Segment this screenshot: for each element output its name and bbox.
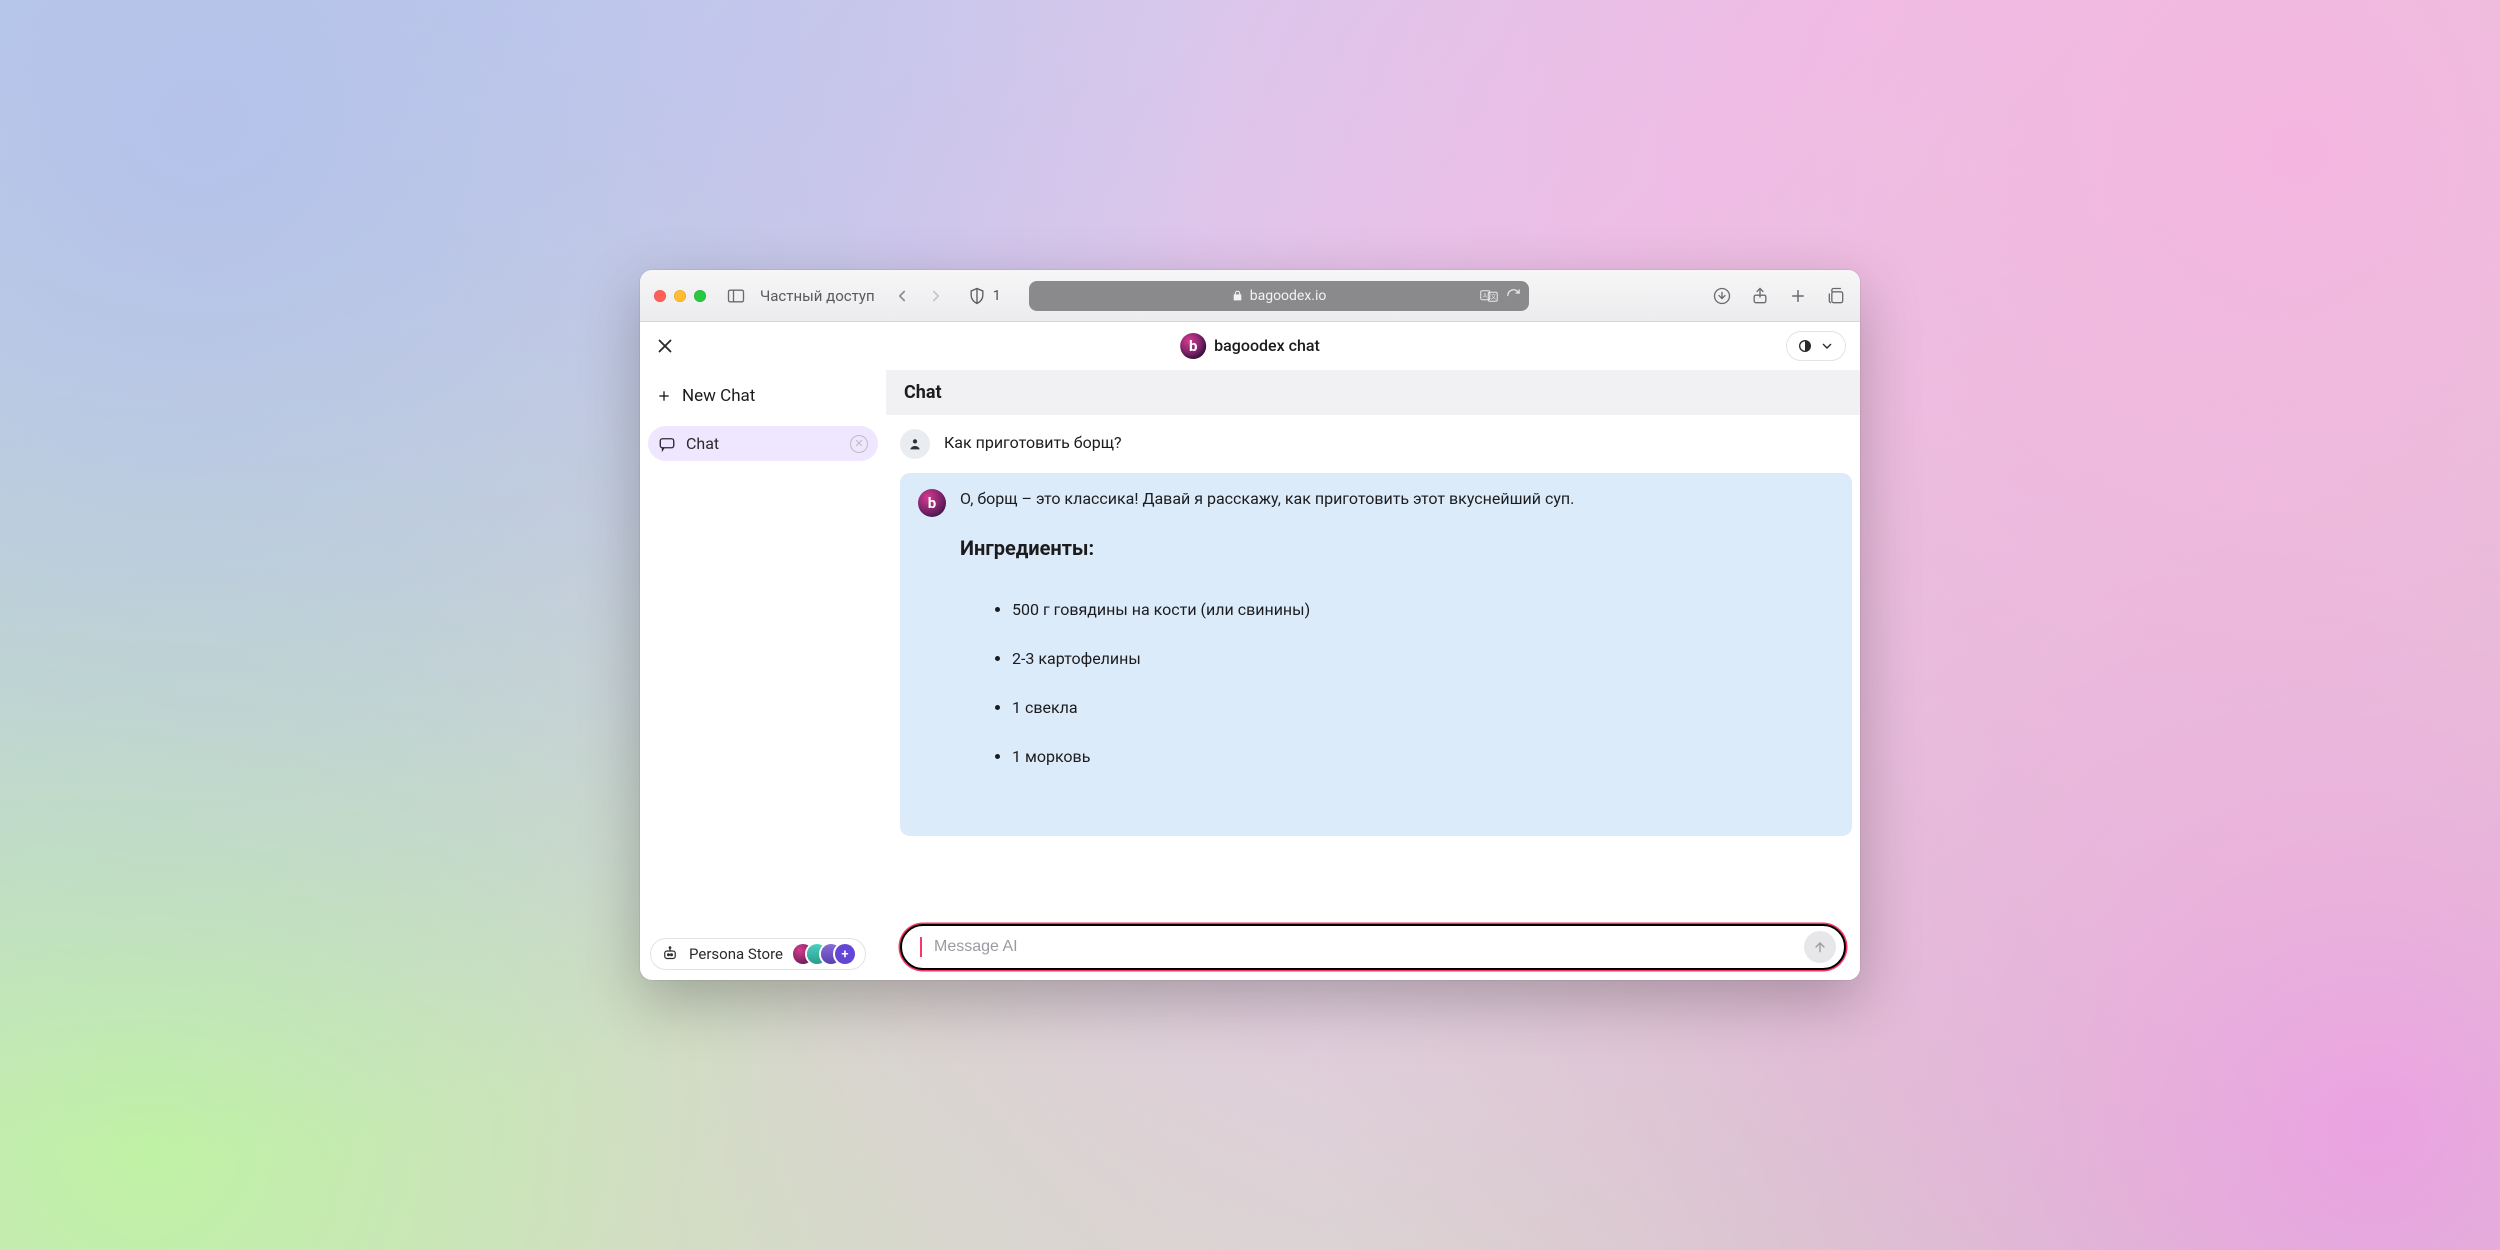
list-item: 2-3 картофелины [1012, 649, 1574, 668]
new-chat-label: New Chat [682, 386, 755, 406]
url-host: bagoodex.io [1250, 288, 1327, 304]
chevron-down-icon [1819, 338, 1835, 354]
ai-avatar-icon: b [918, 489, 946, 517]
new-tab-button[interactable] [1788, 286, 1808, 306]
window-close-button[interactable] [654, 290, 666, 302]
window-zoom-button[interactable] [694, 290, 706, 302]
ai-intro-text: О, борщ – это классика! Давай я расскажу… [960, 489, 1574, 508]
avatar-add-icon: + [835, 944, 855, 964]
private-browsing-label: Частный доступ [760, 287, 875, 305]
delete-chat-button[interactable]: ✕ [850, 435, 868, 453]
svg-text:A: A [1483, 292, 1487, 299]
robot-icon [661, 945, 679, 963]
share-button[interactable] [1750, 286, 1770, 306]
person-icon [907, 436, 923, 452]
lock-icon [1231, 289, 1244, 302]
new-chat-button[interactable]: New Chat [648, 378, 878, 414]
svg-text:文: 文 [1490, 293, 1496, 301]
brand-title: bagoodex chat [1214, 336, 1320, 355]
plus-icon [656, 388, 672, 404]
input-area [886, 914, 1860, 980]
brand: b bagoodex chat [1180, 333, 1320, 359]
message-icon [658, 435, 676, 453]
sidebar-item-chat[interactable]: Chat ✕ [648, 426, 878, 461]
message-input[interactable] [934, 938, 1794, 956]
list-item: 1 морковь [1012, 747, 1574, 766]
list-item: 500 г говядины на кости (или свинины) [1012, 600, 1574, 619]
brand-logo-icon: b [1180, 333, 1206, 359]
downloads-button[interactable] [1712, 286, 1732, 306]
reload-icon[interactable] [1506, 288, 1521, 303]
send-button[interactable] [1804, 931, 1836, 963]
nav-forward-button[interactable] [927, 287, 945, 305]
sidebar: New Chat Chat ✕ Persona Store + [640, 370, 886, 980]
translate-icon[interactable]: A文 [1480, 289, 1498, 303]
contrast-icon [1797, 338, 1813, 354]
chat-title: Chat [886, 370, 1860, 415]
user-message-text: Как приготовить борщ? [944, 429, 1122, 452]
page-content: b bagoodex chat New Chat Chat ✕ [640, 322, 1860, 980]
ai-message: b О, борщ – это классика! Давай я расска… [900, 473, 1852, 836]
ingredients-list: 500 г говядины на кости (или свинины) 2-… [960, 600, 1574, 766]
address-bar[interactable]: bagoodex.io A文 [1029, 281, 1529, 311]
text-caret [920, 937, 922, 957]
window-minimize-button[interactable] [674, 290, 686, 302]
privacy-shield-icon[interactable] [967, 286, 987, 306]
message-input-bar[interactable] [900, 924, 1846, 970]
persona-store-label: Persona Store [689, 945, 783, 963]
sidebar-item-label: Chat [686, 434, 719, 453]
persona-store-button[interactable]: Persona Store + [650, 938, 866, 970]
window-controls [654, 290, 706, 302]
arrow-up-icon [1812, 939, 1828, 955]
browser-toolbar: Частный доступ 1 bagoodex.io A文 [640, 270, 1860, 322]
nav-back-button[interactable] [893, 287, 911, 305]
chat-scroll[interactable]: Как приготовить борщ? b О, борщ – это кл… [886, 415, 1860, 914]
chat-panel: Chat Как приготовить борщ? b О, борщ – э… [886, 370, 1860, 980]
theme-toggle-button[interactable] [1786, 331, 1846, 361]
ingredients-heading: Ингредиенты: [960, 536, 1574, 560]
persona-avatars: + [793, 944, 855, 964]
close-sidebar-button[interactable] [654, 335, 676, 357]
tab-overview-button[interactable] [1826, 286, 1846, 306]
app-header: b bagoodex chat [640, 322, 1860, 370]
user-message-row: Как приготовить борщ? [900, 429, 1854, 459]
list-item: 1 свекла [1012, 698, 1574, 717]
tracker-count: 1 [993, 288, 1001, 304]
sidebar-toggle-button[interactable] [726, 286, 746, 306]
browser-window: Частный доступ 1 bagoodex.io A文 [640, 270, 1860, 980]
user-avatar [900, 429, 930, 459]
